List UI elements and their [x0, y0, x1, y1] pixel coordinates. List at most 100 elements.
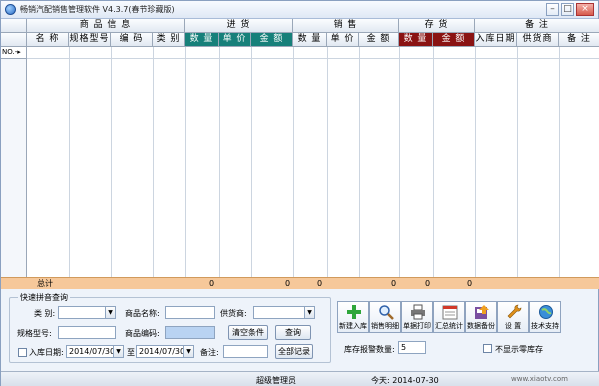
- group-purchase: 进 货: [185, 19, 293, 33]
- sales-detail-label: 销售明细: [371, 322, 399, 330]
- inventory-grid[interactable]: 商 品 信 息 进 货 销 售 存 货 备 注 名 称 规格型号 编 码 类 别…: [1, 19, 599, 289]
- group-product-info: 商 品 信 息: [27, 19, 185, 33]
- app-icon: [5, 4, 16, 15]
- col-in-date[interactable]: 入库日期: [475, 33, 517, 47]
- chevron-down-icon: ▼: [183, 346, 193, 357]
- in-date-checkbox[interactable]: [18, 348, 27, 357]
- col-stock-amount[interactable]: 金 额: [433, 33, 475, 47]
- grid-group-header: 商 品 信 息 进 货 销 售 存 货 备 注: [1, 19, 599, 33]
- summary-stats-button[interactable]: 汇总统计: [433, 301, 465, 333]
- watermark: www.xiaotv.com: [511, 375, 568, 383]
- column-divider: [219, 47, 220, 277]
- window-title: 畅销汽配销售管理软件 V4.3.7(春节珍藏版): [20, 5, 175, 14]
- chevron-down-icon: ▼: [105, 307, 115, 318]
- col-sales-qty[interactable]: 数 量: [293, 33, 327, 47]
- summary-stats-label: 汇总统计: [435, 322, 463, 330]
- quick-search-panel: 快速拼音查询 类 别: ▼ 商品名称: 供货商: ▼ 规格型号: 商品编码: 清…: [9, 292, 331, 363]
- status-bar: 超级管理员 今天: 2014-07-30 www.xiaotv.com: [1, 371, 599, 386]
- total-sales-qty: 0: [317, 279, 323, 288]
- category-select[interactable]: ▼: [58, 306, 116, 319]
- col-code[interactable]: 编 码: [111, 33, 153, 47]
- col-purchase-qty[interactable]: 数 量: [185, 33, 219, 47]
- col-note[interactable]: 备 注: [559, 33, 599, 47]
- product-code-label: 商品编码:: [125, 329, 160, 338]
- date-from-picker[interactable]: 2014/07/30 ▼: [66, 345, 124, 358]
- all-records-button[interactable]: 全部记录: [275, 344, 313, 359]
- row-header-column: NO.-▸: [1, 47, 27, 289]
- tech-support-label: 技术支持: [531, 322, 559, 330]
- to-label: 至: [127, 348, 135, 357]
- column-divider: [359, 47, 360, 277]
- main-window: 畅销汽配销售管理软件 V4.3.7(春节珍藏版) – □ × 商 品 信 息 进…: [0, 0, 599, 386]
- row-marker[interactable]: NO.-▸: [1, 47, 26, 59]
- new-stock-in-button[interactable]: 新建入库: [337, 301, 369, 333]
- sales-detail-button[interactable]: 销售明细: [369, 301, 401, 333]
- group-notes: 备 注: [475, 19, 599, 33]
- plus-icon: [347, 305, 361, 319]
- print-receipt-button[interactable]: 单据打印: [401, 301, 433, 333]
- col-spec[interactable]: 规格型号: [69, 33, 111, 47]
- data-backup-label: 数据备份: [467, 322, 495, 330]
- column-divider: [327, 47, 328, 277]
- col-purchase-price[interactable]: 单 价: [219, 33, 251, 47]
- calendar-report-icon: [442, 305, 458, 320]
- column-divider: [251, 47, 252, 277]
- column-divider: [69, 47, 70, 277]
- spec-input[interactable]: [58, 326, 116, 339]
- clear-conditions-button[interactable]: 清空条件: [228, 325, 268, 340]
- column-divider: [185, 47, 186, 277]
- settings-label: 设 置: [504, 322, 522, 330]
- stock-alarm-input[interactable]: 5: [398, 341, 426, 354]
- data-backup-button[interactable]: 数据备份: [465, 301, 497, 333]
- tech-support-button[interactable]: 技术支持: [529, 301, 561, 333]
- total-purchase-qty: 0: [209, 279, 215, 288]
- col-stock-qty[interactable]: 数 量: [399, 33, 433, 47]
- maximize-button[interactable]: □: [561, 3, 574, 16]
- table-row[interactable]: [27, 47, 599, 59]
- col-sales-price[interactable]: 单 价: [327, 33, 359, 47]
- group-stock: 存 货: [399, 19, 475, 33]
- spec-label: 规格型号:: [17, 329, 52, 338]
- settings-button[interactable]: 设 置: [497, 301, 529, 333]
- column-divider: [517, 47, 518, 277]
- wrench-icon: [507, 304, 522, 319]
- col-name[interactable]: 名 称: [27, 33, 69, 47]
- minimize-button[interactable]: –: [546, 3, 559, 16]
- column-divider: [399, 47, 400, 277]
- column-divider: [433, 47, 434, 277]
- category-label: 类 别:: [34, 309, 56, 318]
- corner-cell: [1, 33, 27, 47]
- today-date: 今天: 2014-07-30: [371, 376, 439, 385]
- col-supplier[interactable]: 供货商: [517, 33, 559, 47]
- total-stock-qty: 0: [425, 279, 431, 288]
- supplier-select[interactable]: ▼: [253, 306, 315, 319]
- globe-icon: [539, 305, 553, 319]
- product-name-input[interactable]: [165, 306, 215, 319]
- column-divider: [559, 47, 560, 277]
- close-button[interactable]: ×: [576, 3, 594, 16]
- col-category[interactable]: 类 别: [153, 33, 185, 47]
- title-bar: 畅销汽配销售管理软件 V4.3.7(春节珍藏版) – □ ×: [1, 1, 598, 19]
- query-button[interactable]: 查询: [275, 325, 311, 340]
- group-sales: 销 售: [293, 19, 399, 33]
- total-stock-amount: 0: [467, 279, 473, 288]
- panel-title: 快速拼音查询: [18, 292, 70, 303]
- col-purchase-amount[interactable]: 金 额: [251, 33, 293, 47]
- date-to-picker[interactable]: 2014/07/30 ▼: [136, 345, 194, 358]
- hide-zero-stock-checkbox[interactable]: [483, 344, 492, 353]
- totals-row: 总计 0 0 0 0 0 0: [1, 277, 599, 289]
- backup-icon: [475, 305, 489, 319]
- magnifier-icon: [379, 305, 394, 320]
- corner-cell: [1, 19, 27, 33]
- product-code-input[interactable]: [165, 326, 215, 339]
- column-divider: [153, 47, 154, 277]
- column-divider: [111, 47, 112, 277]
- chevron-down-icon: ▼: [304, 307, 314, 318]
- in-date-label: 入库日期:: [29, 348, 64, 357]
- hide-zero-stock-label: 不显示零库存: [495, 345, 543, 354]
- total-sales-amount: 0: [391, 279, 397, 288]
- column-divider: [293, 47, 294, 277]
- col-sales-amount[interactable]: 金 额: [359, 33, 399, 47]
- note-input[interactable]: [223, 345, 268, 358]
- totals-label: 总计: [37, 279, 53, 288]
